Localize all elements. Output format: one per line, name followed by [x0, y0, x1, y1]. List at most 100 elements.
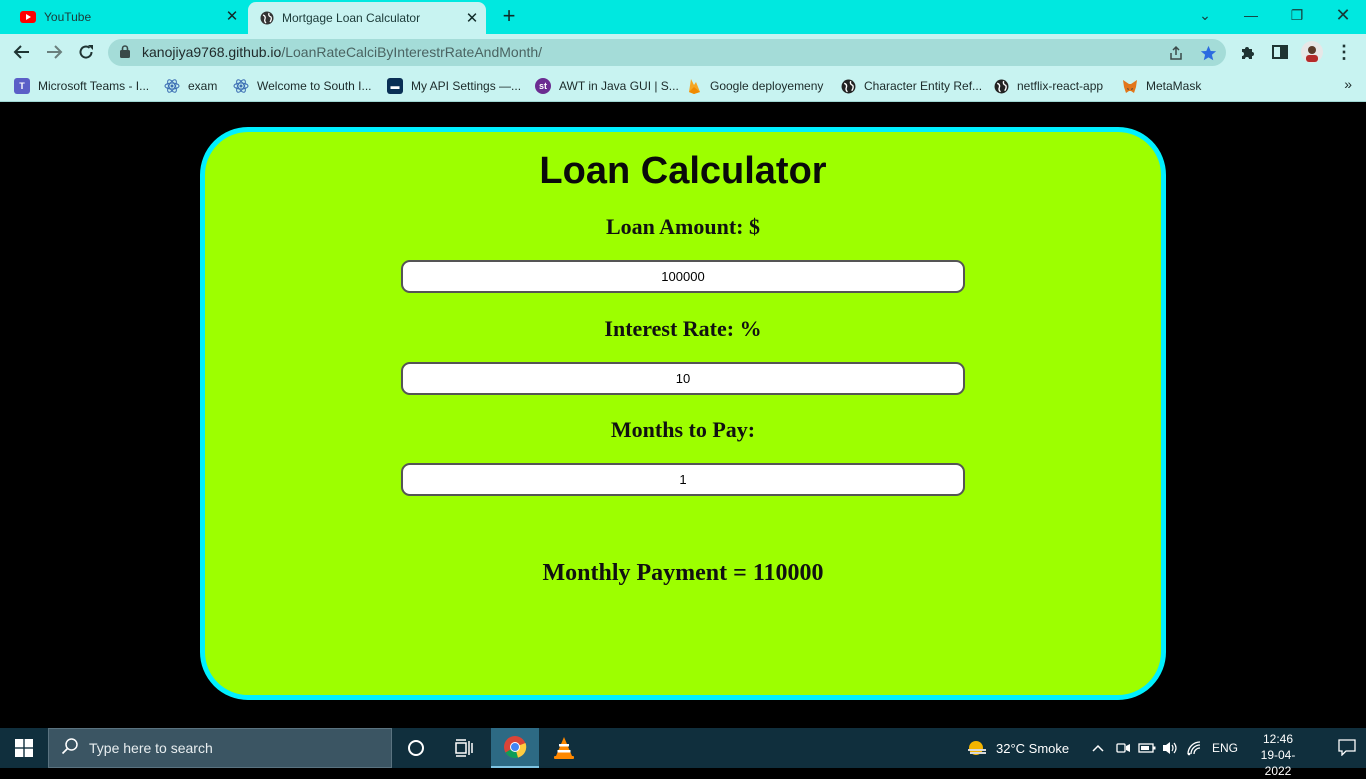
monthly-payment-result: Monthly Payment = 110000: [542, 560, 824, 586]
chrome-icon: [504, 736, 527, 759]
search-placeholder: Type here to search: [89, 740, 213, 756]
globe-icon: [260, 11, 274, 25]
teams-icon: T: [14, 78, 30, 94]
tab-label: YouTube: [44, 10, 92, 24]
bookmark-label: Welcome to South I...: [257, 79, 372, 93]
close-icon[interactable]: ✕: [224, 9, 240, 25]
reload-button[interactable]: [73, 40, 99, 64]
address-bar[interactable]: kanojiya9768.github.io/LoanRateCalciByIn…: [108, 39, 1226, 66]
url-text[interactable]: kanojiya9768.github.io/LoanRateCalciByIn…: [142, 44, 542, 60]
more-bookmarks-button[interactable]: »: [1344, 76, 1352, 92]
tab-mortgage-calculator[interactable]: Mortgage Loan Calculator ✕: [248, 2, 486, 34]
bookmark-item[interactable]: netflix-react-app: [993, 76, 1103, 96]
system-clock[interactable]: 12:46 19-04-2022: [1248, 731, 1308, 779]
battery-button[interactable]: [1138, 728, 1156, 768]
youtube-icon: [20, 11, 36, 23]
bookmark-item[interactable]: Welcome to South I...: [233, 76, 372, 96]
cortana-button[interactable]: [392, 728, 440, 768]
task-view-button[interactable]: [440, 728, 488, 768]
taskbar-chrome-button[interactable]: [491, 728, 539, 768]
tab-strip: YouTube ✕ Mortgage Loan Calculator ✕ + ⌄…: [0, 0, 1366, 34]
volume-button[interactable]: [1161, 728, 1179, 768]
menu-kebab-icon[interactable]: ⋮: [1333, 41, 1355, 63]
share-icon[interactable]: [1166, 43, 1186, 63]
url-path: /LoanRateCalciByInterestrRateAndMonth/: [281, 44, 543, 60]
react-icon: [164, 78, 180, 94]
page-title: Loan Calculator: [539, 150, 827, 192]
bookmark-item[interactable]: Google deployemeny: [686, 76, 823, 96]
search-icon: [61, 737, 79, 760]
bookmark-label: My API Settings —...: [411, 79, 522, 93]
weather-sun-haze-icon: [968, 741, 986, 755]
weather-widget[interactable]: 32°C Smoke: [966, 728, 1069, 768]
react-icon: [233, 78, 249, 94]
bookmark-label: Google deployemeny: [710, 79, 824, 93]
globe-icon: [993, 78, 1009, 94]
bookmark-label: exam: [188, 79, 218, 93]
notification-icon: [1338, 739, 1356, 757]
language-indicator[interactable]: ENG: [1212, 728, 1238, 768]
cortana-circle-icon: [408, 740, 424, 756]
lock-icon[interactable]: [120, 45, 130, 63]
taskbar-vlc-button[interactable]: [540, 728, 588, 768]
windows-start-button[interactable]: [0, 728, 48, 768]
speaker-icon: [1163, 742, 1177, 754]
action-center-button[interactable]: [1338, 738, 1356, 761]
forward-button[interactable]: [41, 40, 67, 64]
show-hidden-icons-button[interactable]: [1091, 728, 1105, 768]
wifi-icon: [1187, 741, 1201, 756]
network-button[interactable]: [1186, 728, 1204, 768]
tab-search-chevron-icon[interactable]: ⌄: [1182, 0, 1228, 30]
close-icon[interactable]: ✕: [464, 11, 480, 27]
bookmark-item[interactable]: st AWT in Java GUI | S...: [535, 76, 679, 96]
bookmark-item[interactable]: MetaMask: [1122, 76, 1201, 96]
bookmark-label: MetaMask: [1146, 79, 1202, 93]
loan-amount-input[interactable]: [401, 260, 965, 293]
meet-now-button[interactable]: [1115, 728, 1131, 768]
tab-youtube[interactable]: YouTube ✕: [0, 0, 246, 34]
weather-text: 32°C Smoke: [996, 740, 1070, 756]
interest-rate-input[interactable]: [401, 362, 965, 395]
months-to-pay-label: Months to Pay:: [610, 417, 756, 442]
bookmark-item[interactable]: Character Entity Ref...: [840, 76, 982, 96]
st-icon: st: [535, 78, 551, 94]
back-button[interactable]: [9, 40, 35, 64]
task-view-icon: [455, 739, 473, 757]
bookmark-star-icon[interactable]: [1198, 43, 1218, 63]
months-to-pay-input[interactable]: [401, 463, 965, 496]
clock-time: 12:46: [1262, 732, 1294, 746]
interest-rate-label: Interest Rate: %: [604, 316, 762, 341]
bookmark-label: netflix-react-app: [1017, 79, 1104, 93]
clock-date: 19-04-2022: [1260, 748, 1296, 778]
bookmark-item[interactable]: ▬ My API Settings —...: [387, 76, 521, 96]
taskbar-search-box[interactable]: Type here to search: [48, 728, 392, 768]
windows-taskbar: Type here to search 32°C Smoke ENG 12:46…: [0, 728, 1366, 778]
bookmark-item[interactable]: T Microsoft Teams - I...: [14, 76, 149, 96]
tab-label: Mortgage Loan Calculator: [282, 11, 421, 25]
vlc-icon: [554, 737, 574, 759]
loan-amount-label: Loan Amount: $: [605, 214, 761, 239]
close-window-button[interactable]: ✕: [1320, 0, 1366, 30]
profile-avatar[interactable]: [1301, 41, 1323, 63]
restore-button[interactable]: ❐: [1274, 0, 1320, 30]
metamask-icon: [1122, 78, 1138, 94]
bookmarks-bar: T Microsoft Teams - I... exam Welcome to…: [0, 70, 1366, 102]
globe-icon: [840, 78, 856, 94]
page-viewport: Loan Calculator Loan Amount: $ Interest …: [0, 103, 1366, 728]
bookmark-item[interactable]: exam: [164, 76, 217, 96]
url-host: kanojiya9768.github.io: [142, 44, 282, 60]
new-tab-button[interactable]: +: [498, 5, 520, 28]
calculator-card: Loan Calculator Loan Amount: $ Interest …: [200, 127, 1166, 700]
minimize-button[interactable]: —: [1228, 0, 1274, 30]
extensions-puzzle-icon[interactable]: [1237, 41, 1259, 63]
battery-icon: [1138, 743, 1156, 753]
bookmark-label: AWT in Java GUI | S...: [559, 79, 679, 93]
chevron-up-icon: [1092, 744, 1104, 752]
side-panel-icon[interactable]: [1269, 41, 1291, 63]
bookmark-label: Character Entity Ref...: [864, 79, 983, 93]
bookmark-label: Microsoft Teams - I...: [38, 79, 150, 93]
camera-icon: [1116, 743, 1130, 753]
firebase-icon: [686, 78, 702, 94]
windows-logo-icon: [15, 739, 33, 757]
api-icon: ▬: [387, 78, 403, 94]
